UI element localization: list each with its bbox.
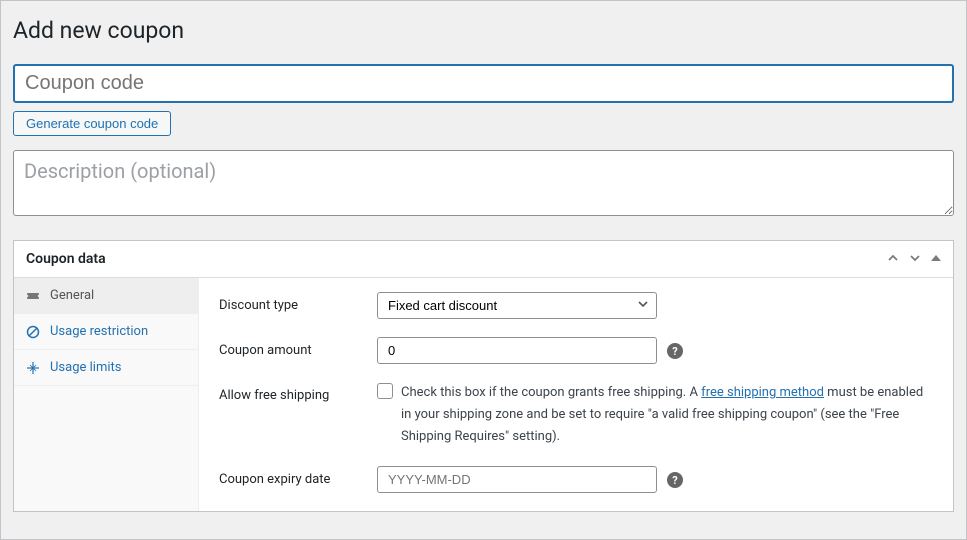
panel-body: General Usage restriction Usage limits [14, 278, 953, 511]
discount-type-select[interactable]: Fixed cart discount [377, 292, 657, 319]
discount-type-row: Discount type Fixed cart discount [219, 292, 933, 319]
limits-icon [26, 361, 40, 375]
expiry-date-label: Coupon expiry date [219, 466, 377, 487]
coupon-amount-row: Coupon amount ? [219, 337, 933, 364]
generate-coupon-button[interactable]: Generate coupon code [13, 111, 171, 136]
expiry-date-row: Coupon expiry date ? [219, 466, 933, 493]
description-textarea[interactable] [13, 150, 954, 216]
free-shipping-row: Allow free shipping Check this box if th… [219, 382, 933, 448]
free-shipping-checkbox[interactable] [377, 383, 393, 399]
coupon-code-input[interactable] [13, 64, 954, 103]
discount-type-label: Discount type [219, 292, 377, 313]
coupon-amount-label: Coupon amount [219, 337, 377, 358]
coupon-data-panel: Coupon data General [13, 240, 954, 512]
panel-header: Coupon data [14, 241, 953, 278]
sidebar-item-usage-restriction[interactable]: Usage restriction [14, 314, 198, 350]
free-shipping-method-link[interactable]: free shipping method [701, 385, 824, 400]
help-icon[interactable]: ? [667, 343, 683, 359]
sidebar-item-label: Usage restriction [50, 324, 148, 339]
move-up-icon[interactable] [887, 252, 899, 267]
panel-title: Coupon data [26, 251, 106, 267]
move-down-icon[interactable] [909, 252, 921, 267]
sidebar-item-label: General [50, 288, 94, 303]
panel-controls [887, 252, 941, 267]
toggle-panel-icon[interactable] [931, 252, 941, 266]
sidebar: General Usage restriction Usage limits [14, 278, 199, 511]
ticket-icon [26, 289, 40, 303]
coupon-amount-input[interactable] [377, 337, 657, 364]
help-icon[interactable]: ? [667, 472, 683, 488]
sidebar-item-usage-limits[interactable]: Usage limits [14, 350, 198, 386]
restriction-icon [26, 325, 40, 339]
sidebar-item-label: Usage limits [50, 360, 121, 375]
page-title: Add new coupon [13, 13, 954, 52]
free-shipping-description: Check this box if the coupon grants free… [401, 382, 933, 448]
sidebar-item-general[interactable]: General [14, 278, 198, 314]
free-shipping-label: Allow free shipping [219, 382, 377, 403]
expiry-date-input[interactable] [377, 466, 657, 493]
content-area: Discount type Fixed cart discount [199, 278, 953, 511]
